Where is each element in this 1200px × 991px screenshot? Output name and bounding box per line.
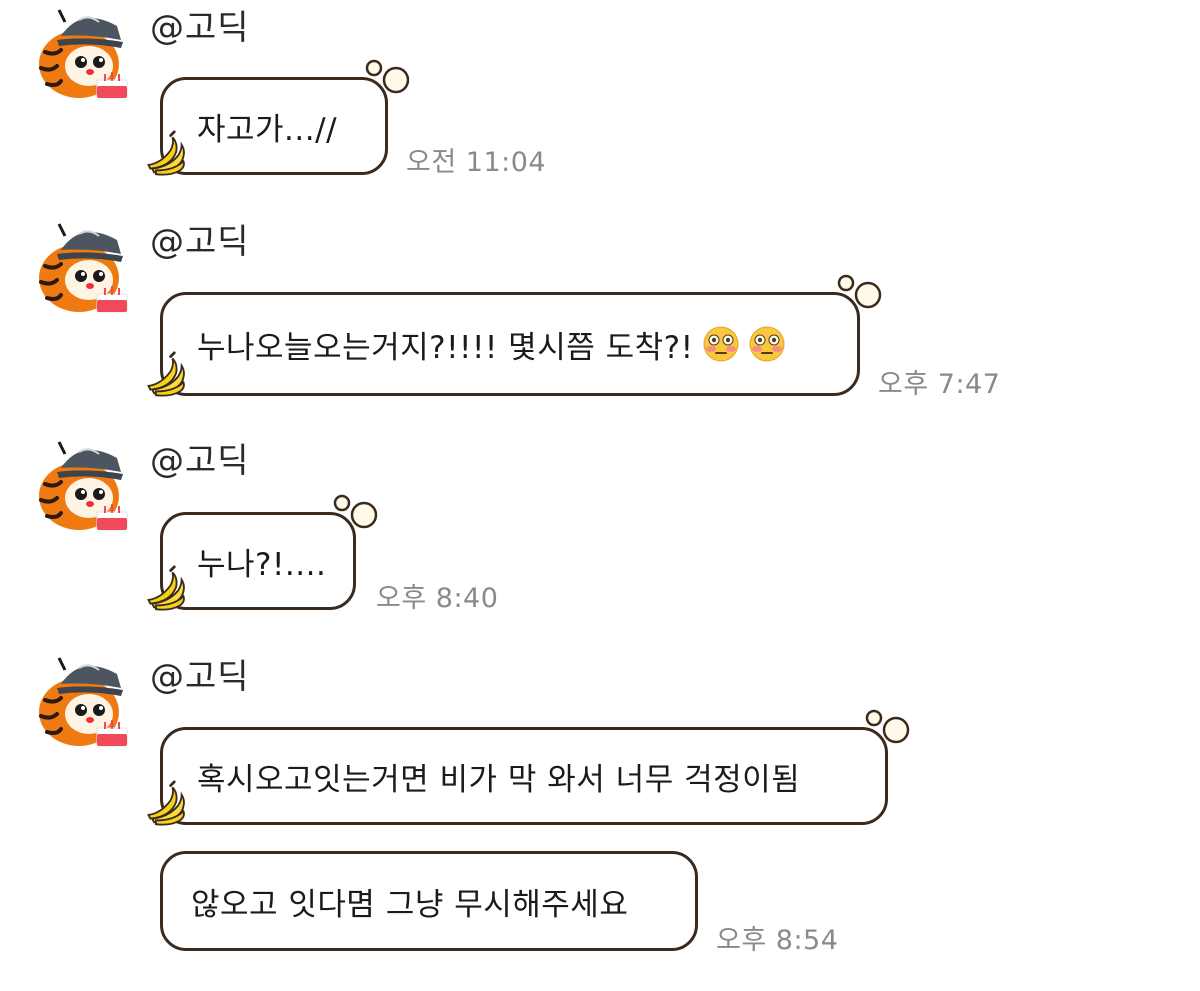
- message-timestamp: 오후 7:47: [878, 369, 1001, 400]
- flushed-face-icon: [702, 326, 739, 362]
- thought-bubble-icon: [333, 494, 378, 529]
- message-bubble[interactable]: 자고가...//: [147, 59, 410, 176]
- banana-icon: [147, 780, 186, 826]
- message-timestamp: 오후 8:40: [376, 583, 499, 614]
- message-timestamp: 오전 11:04: [406, 147, 547, 178]
- message-text: 누나오늘오는거지?!!!! 몇시쯤 도착?!: [197, 329, 694, 366]
- thought-bubble-icon: [365, 59, 410, 94]
- message-bubble[interactable]: 않오고 잇다몀 그냥 무시해주세요: [160, 851, 698, 951]
- message-text: 않오고 잇다몀 그냥 무시해주세요: [191, 886, 629, 923]
- sender-avatar[interactable]: [28, 216, 134, 316]
- message-text: 자고가...//: [197, 111, 338, 148]
- banana-icon: [147, 130, 186, 176]
- sender-name: @고딕: [150, 222, 250, 262]
- tiger-avatar-icon: [37, 440, 129, 532]
- message-text: 혹시오고잇는거면 비가 막 와서 너무 걱정이됨: [197, 761, 801, 798]
- tiger-avatar-icon: [37, 656, 129, 748]
- banana-icon: [147, 565, 186, 611]
- sender-avatar[interactable]: [28, 2, 134, 102]
- sender-name: @고딕: [150, 8, 250, 48]
- sender-avatar[interactable]: [28, 434, 134, 534]
- flushed-face-icon: [748, 326, 785, 362]
- message-text: 누나?!....: [197, 546, 327, 583]
- sender-avatar[interactable]: [28, 650, 134, 750]
- sender-name: @고딕: [150, 441, 250, 481]
- tiger-avatar-icon: [37, 8, 129, 100]
- sender-name: @고딕: [150, 657, 250, 697]
- message-timestamp: 오후 8:54: [716, 925, 839, 956]
- message-bubble[interactable]: 누나?!....: [147, 494, 378, 611]
- message-bubble[interactable]: 혹시오고잇는거면 비가 막 와서 너무 걱정이됨: [147, 709, 910, 826]
- tiger-avatar-icon: [37, 222, 129, 314]
- banana-icon: [147, 351, 186, 397]
- message-bubble[interactable]: 누나오늘오는거지?!!!! 몇시쯤 도착?!: [147, 274, 882, 397]
- thought-bubble-icon: [865, 709, 910, 744]
- thought-bubble-icon: [837, 274, 882, 309]
